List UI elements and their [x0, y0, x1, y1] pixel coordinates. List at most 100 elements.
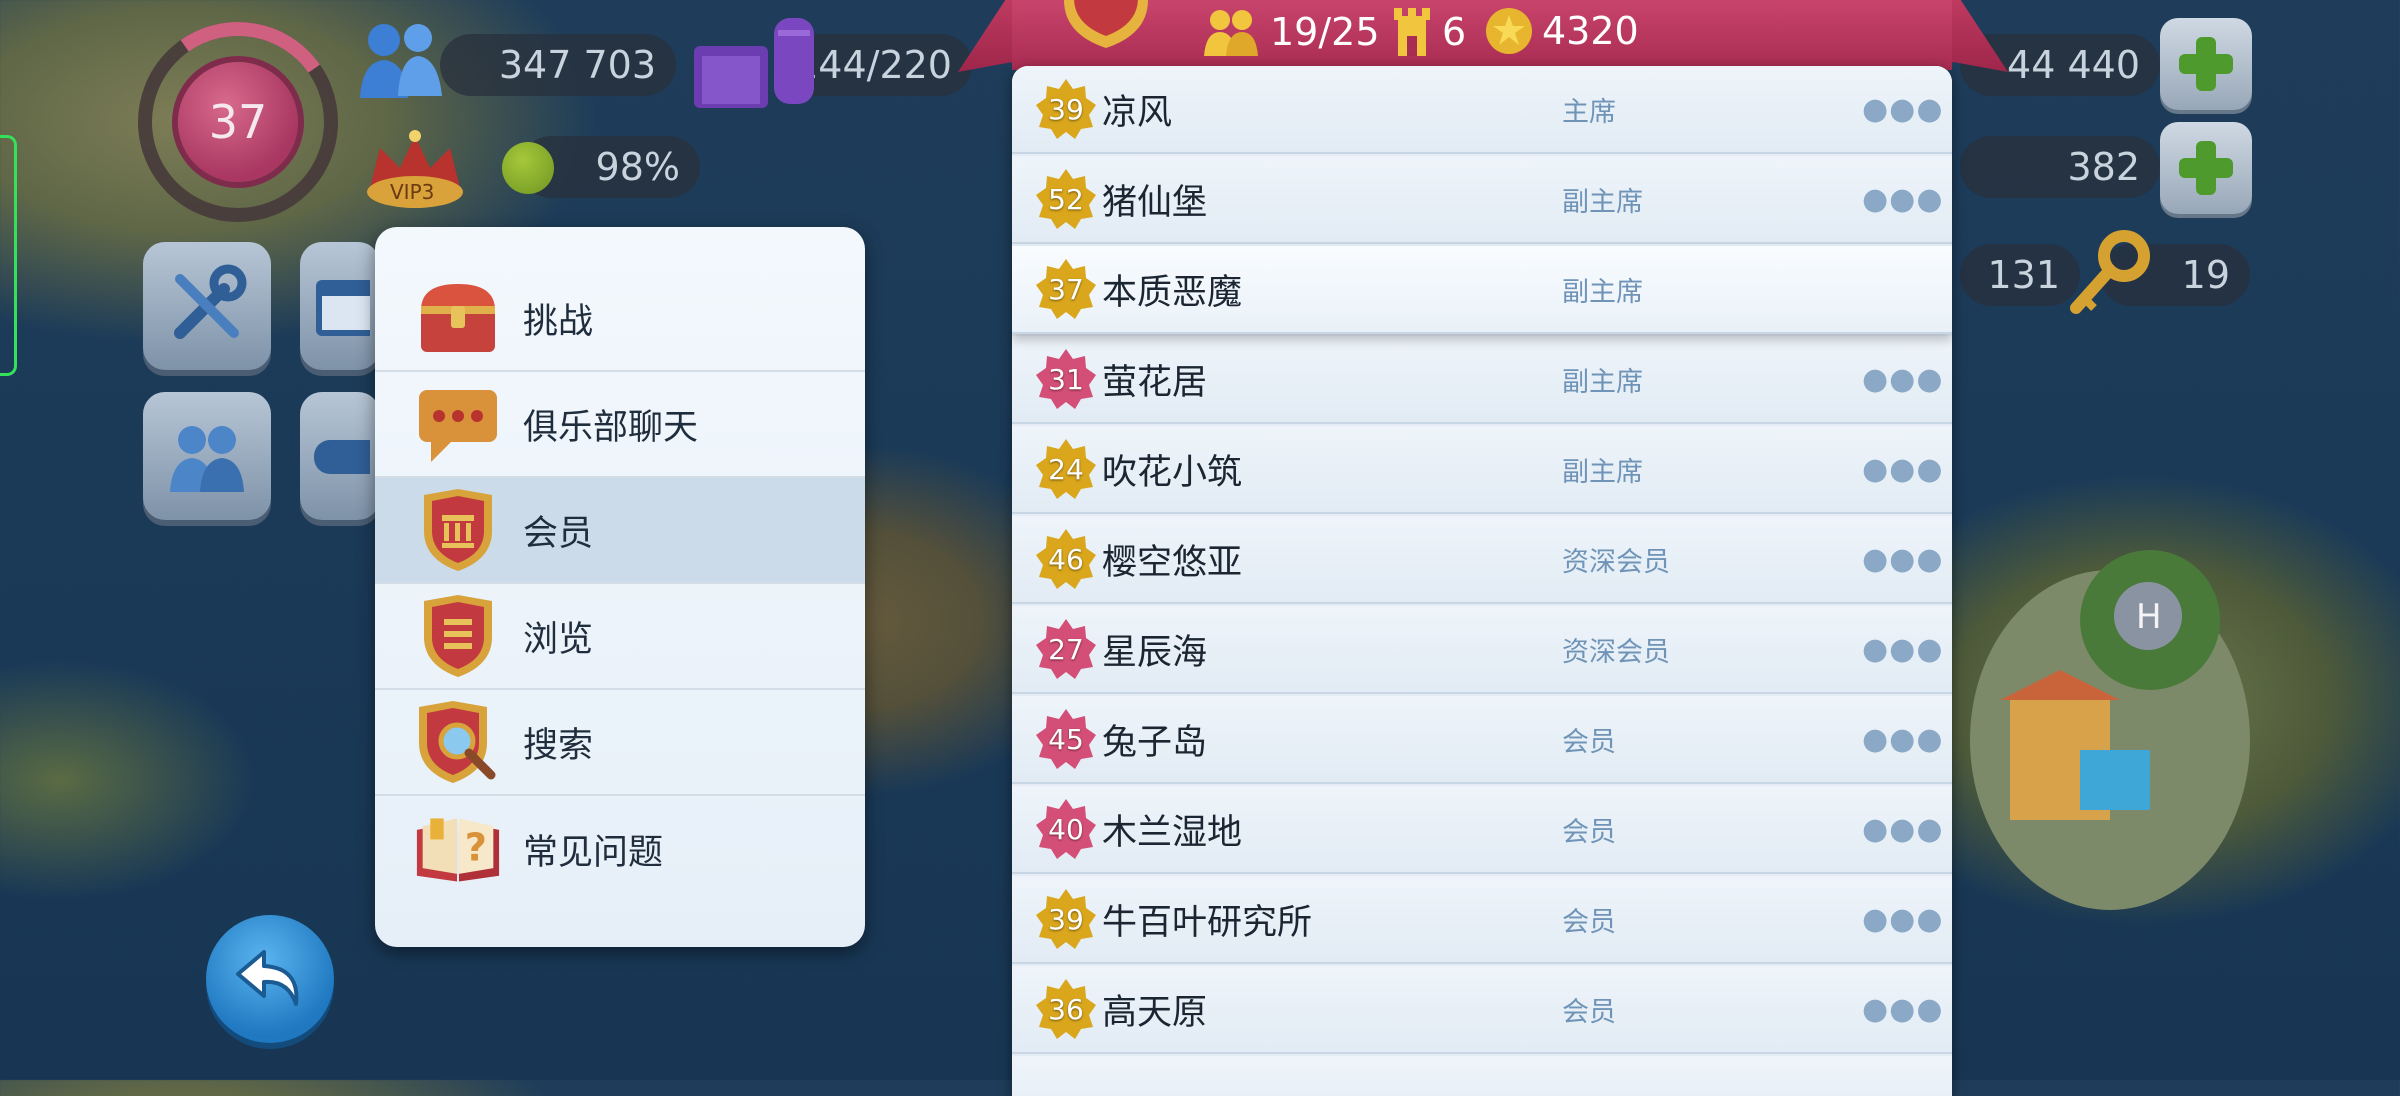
menu-item-browse[interactable]: 浏览 [375, 584, 865, 690]
member-role: 副主席 [1562, 276, 1643, 308]
currency-value: 382 [2067, 145, 2140, 189]
calendar-button[interactable] [300, 242, 380, 370]
menu-item-search[interactable]: 搜索 [375, 690, 865, 796]
level-badge: 31 [1034, 347, 1098, 411]
table-row-selected[interactable]: 37 本质恶魔 副主席 [1012, 246, 1952, 334]
svg-text:H: H [2136, 597, 2162, 637]
member-role: 会员 [1562, 816, 1616, 848]
level-badge: 27 [1034, 617, 1098, 681]
vip-level: VIP3 [390, 180, 435, 204]
currency-counter: 382 [1960, 136, 2160, 198]
table-row[interactable]: 46 樱空悠亚 资深会员 ●●● [1012, 516, 1952, 604]
level-badge: 46 [1034, 527, 1098, 591]
table-row[interactable]: 31 萤花居 副主席 ●●● [1012, 336, 1952, 424]
plus-icon [2179, 141, 2233, 195]
member-level: 40 [1048, 812, 1084, 846]
table-row[interactable]: 24 吹花小筑 副主席 ●●● [1012, 426, 1952, 514]
more-options-icon[interactable]: ●●● [1862, 992, 1944, 1027]
table-row[interactable]: 40 木兰湿地 会员 ●●● [1012, 786, 1952, 874]
table-row[interactable]: 39 牛百叶研究所 会员 ●●● [1012, 876, 1952, 964]
member-name: 木兰湿地 [1102, 812, 1243, 853]
more-options-icon[interactable]: ●●● [1862, 542, 1944, 577]
more-options-icon[interactable]: ●●● [1862, 362, 1944, 397]
calendar-icon [316, 280, 370, 336]
member-role: 资深会员 [1562, 546, 1670, 578]
member-level: 52 [1048, 182, 1084, 216]
level-badge: 39 [1034, 77, 1098, 141]
more-options-icon[interactable]: ●●● [1862, 722, 1944, 757]
menu-item-faq[interactable]: ? 常见问题 [375, 796, 865, 902]
member-level: 31 [1048, 362, 1084, 396]
side-tab-edge[interactable] [0, 135, 17, 376]
table-row[interactable]: 36 高天原 会员 ●●● [1012, 966, 1952, 1054]
member-name: 牛百叶研究所 [1102, 902, 1313, 943]
more-options-icon[interactable]: ●●● [1862, 182, 1944, 217]
star-coin-icon [1486, 8, 1532, 54]
more-options-icon[interactable]: ●●● [1862, 452, 1944, 487]
table-row[interactable]: 27 星辰海 资深会员 ●●● [1012, 606, 1952, 694]
menu-item-club-chat[interactable]: 俱乐部聊天 [375, 372, 865, 478]
table-row[interactable]: 45 兔子岛 会员 ●●● [1012, 696, 1952, 784]
member-level: 45 [1048, 722, 1084, 756]
member-role: 副主席 [1562, 456, 1643, 488]
club-points-stat: 4320 [1484, 6, 1639, 56]
member-name: 兔子岛 [1102, 722, 1208, 763]
more-options-icon[interactable]: ●●● [1862, 812, 1944, 847]
more-options-icon[interactable]: ●●● [1862, 632, 1944, 667]
tokens-value: 131 [1987, 253, 2060, 297]
member-level: 37 [1048, 272, 1084, 306]
club-wars-stat: 6 [1392, 6, 1466, 58]
level-badge[interactable]: 37 [178, 62, 298, 182]
wrench-icon [174, 264, 247, 339]
member-role: 主席 [1562, 96, 1616, 128]
faq-book-icon: ? [415, 806, 501, 892]
menu-item-label: 搜索 [523, 725, 594, 766]
happiness-value: 98% [595, 145, 680, 189]
keys-value: 19 [2181, 253, 2230, 297]
game-button[interactable] [300, 392, 380, 520]
happiness-icon [502, 142, 554, 194]
members-count: 19/25 [1270, 10, 1380, 54]
more-options-icon[interactable]: ●●● [1862, 902, 1944, 937]
member-name: 吹花小筑 [1102, 452, 1243, 493]
members-shield-icon [415, 487, 501, 573]
browse-shield-icon [415, 593, 501, 679]
level-badge: 24 [1034, 437, 1098, 501]
add-simcash-button[interactable] [2160, 18, 2252, 110]
member-list[interactable]: 39 凉风 主席 ●●● 52 猪仙堡 副主席 ●●● 37 本质恶魔 副主席 … [1012, 66, 1952, 1096]
table-row[interactable] [1012, 1056, 1952, 1096]
menu-item-label: 俱乐部聊天 [523, 407, 699, 448]
level-value: 37 [208, 95, 268, 149]
level-badge: 52 [1034, 167, 1098, 231]
search-shield-icon [415, 699, 501, 785]
plus-icon [2179, 37, 2233, 91]
member-role: 会员 [1562, 996, 1616, 1028]
population-icon [352, 18, 452, 102]
simcash-value: 44 440 [2007, 43, 2140, 87]
member-name: 樱空悠亚 [1102, 542, 1243, 583]
island-decoration: H [1960, 520, 2250, 920]
tower-icon [1394, 8, 1430, 56]
level-badge: 45 [1034, 707, 1098, 771]
member-role: 会员 [1562, 906, 1616, 938]
menu-item-challenge[interactable]: 挑战 [375, 266, 865, 372]
table-row[interactable]: 39 凉风 主席 ●●● [1012, 66, 1952, 154]
member-role: 副主席 [1562, 186, 1643, 218]
build-tools-button[interactable] [143, 242, 271, 370]
points-value: 4320 [1542, 9, 1639, 53]
level-badge: 39 [1034, 887, 1098, 951]
vip-badge[interactable]: VIP3 [360, 128, 470, 218]
table-row[interactable]: 52 猪仙堡 副主席 ●●● [1012, 156, 1952, 244]
add-currency-button[interactable] [2160, 122, 2252, 214]
menu-item-label: 挑战 [523, 301, 594, 342]
member-level: 24 [1048, 452, 1084, 486]
back-button[interactable] [206, 915, 334, 1043]
more-options-icon[interactable]: ●●● [1862, 92, 1944, 127]
member-name: 星辰海 [1102, 632, 1208, 673]
population-counter: 347 703 [440, 34, 676, 96]
club-button[interactable] [143, 392, 271, 520]
member-name: 本质恶魔 [1102, 272, 1243, 313]
menu-item-members[interactable]: 会员 [375, 478, 865, 584]
member-name: 凉风 [1102, 92, 1173, 133]
storage-icon [690, 10, 820, 116]
